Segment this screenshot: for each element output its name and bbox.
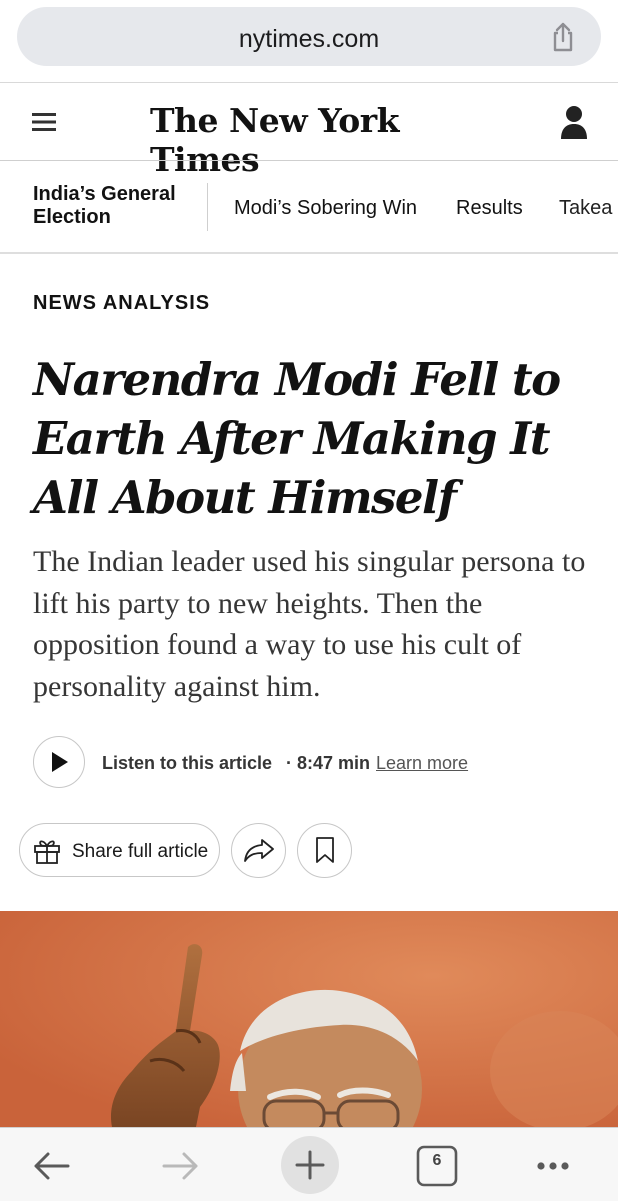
hero-photo-illustration <box>0 911 618 1127</box>
masthead: The New York Times <box>0 83 618 179</box>
plus-icon <box>295 1150 325 1180</box>
article-headline: Narendra Modi Fell to Earth After Making… <box>33 353 561 524</box>
save-bookmark-button[interactable] <box>297 823 352 878</box>
article-hero-image <box>0 911 618 1127</box>
play-button[interactable] <box>33 736 85 788</box>
share-full-article-button[interactable]: Share full article <box>19 823 220 877</box>
browser-toolbar: 6 <box>0 1127 618 1201</box>
more-dots-icon <box>537 1162 569 1170</box>
section-title[interactable]: India’s General Election <box>33 183 198 229</box>
tabs-button[interactable]: 6 <box>409 1138 465 1194</box>
divider <box>0 252 618 254</box>
article-actions: Share full article <box>19 823 419 878</box>
gift-icon <box>34 840 60 864</box>
forward-arrow-icon <box>162 1152 198 1180</box>
back-arrow-icon <box>34 1152 70 1180</box>
browser-address-bar-area: nytimes.com <box>0 0 618 82</box>
share-arrow-icon <box>244 839 274 862</box>
bookmark-icon <box>316 837 334 863</box>
article-summary: The Indian leader used his singular pers… <box>33 545 586 703</box>
listen-label: Listen to this article <box>102 753 273 773</box>
nyt-logo[interactable]: The New York Times <box>150 101 470 179</box>
share-full-label: Share full article <box>72 841 209 862</box>
subnav-item-results[interactable]: Results <box>456 197 523 220</box>
url-text[interactable]: nytimes.com <box>17 25 601 54</box>
new-tab-button[interactable] <box>281 1136 339 1194</box>
hamburger-menu-icon[interactable] <box>32 111 58 133</box>
subnav-separator <box>207 183 208 231</box>
audio-player: Listen to this article · 8:47 min Learn … <box>33 736 593 790</box>
share-button[interactable] <box>231 823 286 878</box>
tab-count: 6 <box>432 1152 442 1169</box>
section-subnav: India’s General Election Modi’s Sobering… <box>0 161 618 252</box>
address-bar[interactable]: nytimes.com <box>17 7 601 66</box>
forward-button[interactable] <box>152 1138 208 1194</box>
article-kicker: NEWS ANALYSIS <box>33 292 211 314</box>
more-options-button[interactable] <box>525 1138 581 1194</box>
play-icon <box>52 752 68 772</box>
back-button[interactable] <box>24 1138 80 1194</box>
subnav-item-sobering-win[interactable]: Modi’s Sobering Win <box>234 197 417 220</box>
learn-more-link[interactable]: Learn more <box>376 753 468 774</box>
share-icon[interactable] <box>547 21 579 53</box>
user-account-icon[interactable] <box>560 105 588 141</box>
subnav-item-takeaways[interactable]: Takea <box>559 197 612 220</box>
audio-duration: · 8:47 min <box>286 753 371 773</box>
